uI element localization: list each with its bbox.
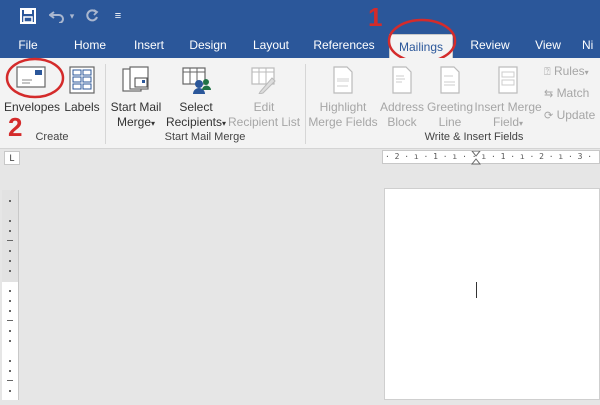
- select-recipients-label-line2: Recipients: [165, 115, 222, 129]
- tab-review[interactable]: Review: [462, 32, 518, 58]
- address-block-button[interactable]: Address Block: [378, 62, 426, 129]
- select-recipients-label-line1: Select: [179, 100, 213, 114]
- annotation-number-two: 2: [8, 112, 23, 142]
- annotation-number-one: 1: [368, 2, 383, 32]
- dropdown-arrow-icon: ▾: [519, 119, 524, 128]
- rules-label: Rules: [553, 64, 585, 78]
- labels-label: Labels: [64, 100, 100, 114]
- start-mail-merge-label-line1: Start Mail: [110, 100, 162, 114]
- annotation-ellipse-envelopes: [5, 57, 65, 99]
- title-bar: ▾ ≡: [0, 0, 600, 32]
- undo-dropdown-icon[interactable]: ▾: [68, 6, 76, 26]
- horizontal-ruler[interactable]: · 2 · ı · 1 · ı · · ı · 1 · ı · 2 · ı · …: [382, 150, 600, 165]
- highlight-merge-fields-label-line2: Merge Fields: [308, 115, 378, 129]
- highlight-merge-fields-button[interactable]: Highlight Merge Fields: [308, 62, 378, 129]
- address-block-label-line2: Block: [387, 115, 417, 129]
- dropdown-arrow-icon: ▾: [222, 119, 227, 128]
- select-recipients-label-line2-wrap: Recipients▾: [164, 115, 228, 131]
- insert-merge-field-label-line2-wrap: Field▾: [474, 115, 542, 131]
- start-mail-merge-icon: [121, 66, 151, 94]
- match-fields-label: Match: [556, 86, 590, 100]
- greeting-line-icon: [439, 66, 461, 94]
- dropdown-arrow-icon: ▾: [584, 68, 589, 77]
- group-label-create: Create: [35, 131, 69, 143]
- document-page[interactable]: [384, 188, 600, 400]
- group-label-start-mail-merge: Start Mail Merge: [164, 131, 246, 143]
- tab-file[interactable]: File: [8, 32, 48, 58]
- undo-icon[interactable]: [48, 6, 66, 26]
- update-labels-label: Update: [556, 108, 596, 122]
- mailings-ribbon: Envelopes Labels Create Start Mail Merge…: [0, 58, 600, 149]
- rules-button[interactable]: ⍰ Rules▾: [544, 64, 600, 82]
- highlight-merge-fields-icon: [332, 66, 354, 94]
- insert-merge-field-button[interactable]: Insert Merge Field▾: [474, 62, 542, 131]
- greeting-line-button[interactable]: Greeting Line: [426, 62, 474, 129]
- indent-marker-icon[interactable]: [471, 151, 481, 165]
- group-separator: [105, 64, 106, 144]
- vertical-ruler[interactable]: [2, 190, 19, 400]
- text-cursor: [476, 282, 477, 298]
- insert-merge-field-label-line2: Field: [492, 115, 519, 129]
- tab-next[interactable]: Ni: [582, 32, 600, 58]
- insert-merge-field-icon: [497, 66, 519, 94]
- tab-home[interactable]: Home: [64, 32, 116, 58]
- dropdown-arrow-icon: ▾: [151, 119, 156, 128]
- start-mail-merge-label-line2: Merge: [116, 115, 151, 129]
- save-icon[interactable]: [18, 6, 38, 26]
- greeting-line-label-line1: Greeting: [426, 100, 474, 114]
- labels-button[interactable]: Labels: [62, 62, 102, 126]
- tab-design[interactable]: Design: [182, 32, 234, 58]
- select-recipients-icon: [181, 66, 211, 94]
- tab-insert[interactable]: Insert: [124, 32, 174, 58]
- group-label-write-insert-fields: Write & Insert Fields: [424, 131, 524, 143]
- greeting-line-label-line2: Line: [438, 115, 462, 129]
- select-recipients-button[interactable]: Select Recipients▾: [164, 62, 228, 131]
- tab-references[interactable]: References: [310, 32, 378, 58]
- match-fields-button[interactable]: ⇆ Match: [544, 86, 600, 104]
- tab-layout[interactable]: Layout: [244, 32, 298, 58]
- vertical-ruler-ticks: [2, 190, 18, 392]
- horizontal-ruler-ticks: · 2 · ı · 1 · ı · · ı · 1 · ı · 2 · ı · …: [385, 152, 593, 161]
- start-mail-merge-label-line2-wrap: Merge▾: [108, 115, 164, 131]
- edit-recipient-list-icon: [250, 66, 278, 95]
- update-labels-icon: ⟳: [544, 110, 554, 122]
- edit-recipient-list-label-line1: Edit: [253, 100, 275, 114]
- address-block-label-line1: Address: [379, 100, 425, 114]
- update-labels-button[interactable]: ⟳ Update: [544, 108, 600, 126]
- tab-view[interactable]: View: [528, 32, 568, 58]
- highlight-merge-fields-label-line1: Highlight: [319, 100, 367, 114]
- ribbon-tabs: File Home Insert Design Layout Reference…: [0, 32, 600, 58]
- edit-recipient-list-label-line2: Recipient List: [228, 115, 301, 129]
- start-mail-merge-button[interactable]: Start Mail Merge▾: [108, 62, 164, 131]
- rules-icon: ⍰: [544, 66, 551, 78]
- match-fields-icon: ⇆: [544, 88, 554, 100]
- edit-recipient-list-button[interactable]: Edit Recipient List: [228, 62, 301, 129]
- group-separator: [305, 64, 306, 144]
- address-block-icon: [391, 66, 413, 94]
- labels-icon: [68, 66, 96, 94]
- redo-icon[interactable]: [84, 6, 100, 26]
- tab-selector[interactable]: L: [4, 151, 20, 165]
- customize-qat-icon[interactable]: ≡: [112, 6, 124, 26]
- insert-merge-field-label-line1: Insert Merge: [474, 100, 542, 114]
